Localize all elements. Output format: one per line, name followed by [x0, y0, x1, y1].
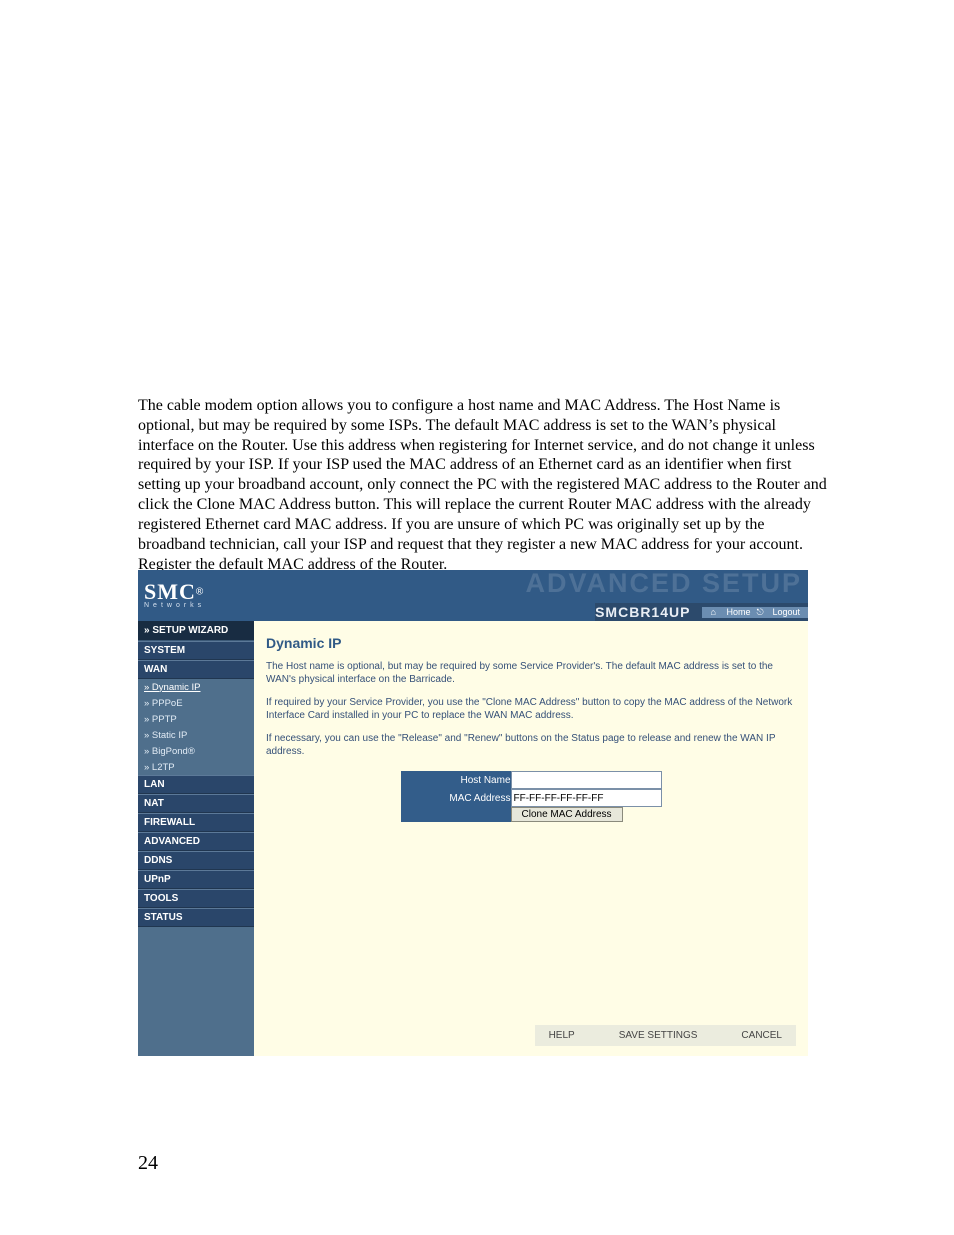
logout-link[interactable]: Logout [772, 607, 800, 617]
row-clone-mac: Clone MAC Address [401, 807, 662, 822]
sidebar-sub-pppoe[interactable]: » PPPoE [138, 695, 254, 711]
router-screenshot: SMC® Networks ADVANCED SETUP SMCBR14UP ⌂… [138, 570, 808, 1056]
label-mac-address: MAC Address [401, 789, 511, 807]
sidebar-cat-firewall[interactable]: FIREWALL [138, 813, 254, 832]
registered-icon: ® [196, 586, 203, 597]
help-button[interactable]: HELP [541, 1029, 583, 1042]
cancel-button[interactable]: CANCEL [733, 1029, 790, 1042]
router-topbar: SMC® Networks ADVANCED SETUP SMCBR14UP ⌂… [138, 570, 808, 621]
row-host-name: Host Name [401, 771, 662, 789]
page-number: 24 [138, 1152, 158, 1175]
host-name-input[interactable] [511, 771, 662, 789]
save-settings-button[interactable]: SAVE SETTINGS [611, 1029, 706, 1042]
sidebar-sub-l2tp[interactable]: » L2TP [138, 759, 254, 775]
clone-mac-address-button[interactable]: Clone MAC Address [511, 807, 623, 822]
doc-paragraph: The cable modem option allows you to con… [138, 396, 829, 574]
brand-name: SMC [144, 579, 196, 604]
sidebar-sub-static-ip[interactable]: » Static IP [138, 727, 254, 743]
main-panel: Dynamic IP The Host name is optional, bu… [254, 621, 808, 1056]
row-mac-address: MAC Address [401, 789, 662, 807]
home-logout-bar: ⌂ Home ⎋ Logout [702, 607, 808, 618]
sidebar-cat-system[interactable]: SYSTEM [138, 641, 254, 660]
page: The cable modem option allows you to con… [0, 0, 954, 1235]
sidebar-cat-ddns[interactable]: DDNS [138, 851, 254, 870]
action-bar: HELP SAVE SETTINGS CANCEL [535, 1025, 796, 1046]
sidebar-cat-lan[interactable]: LAN [138, 775, 254, 794]
intro-paragraph-1: The Host name is optional, but may be re… [266, 661, 796, 686]
intro-paragraph-2: If required by your Service Provider, yo… [266, 697, 796, 722]
home-icon: ⌂ [710, 607, 720, 617]
sidebar-cat-wan[interactable]: WAN [138, 660, 254, 679]
sidebar-cat-upnp[interactable]: UPnP [138, 870, 254, 889]
router-body: » SETUP WIZARD SYSTEM WAN » Dynamic IP »… [138, 621, 808, 1056]
model-label: SMCBR14UP [595, 604, 702, 620]
page-title: Dynamic IP [266, 635, 796, 651]
sidebar-sub-pptp[interactable]: » PPTP [138, 711, 254, 727]
sidebar-cat-tools[interactable]: TOOLS [138, 889, 254, 908]
sidebar: » SETUP WIZARD SYSTEM WAN » Dynamic IP »… [138, 621, 254, 1056]
settings-form: Host Name MAC Address [266, 771, 796, 822]
sidebar-cat-nat[interactable]: NAT [138, 794, 254, 813]
sidebar-setup-wizard[interactable]: » SETUP WIZARD [138, 621, 254, 641]
sidebar-sub-dynamic-ip[interactable]: » Dynamic IP [138, 679, 254, 695]
home-link[interactable]: Home [726, 607, 750, 617]
sidebar-cat-status[interactable]: STATUS [138, 908, 254, 927]
brand-subtext: Networks [144, 602, 260, 609]
intro-paragraph-3: If necessary, you can use the "Release" … [266, 733, 796, 758]
logout-icon: ⎋ [756, 607, 766, 618]
sidebar-sub-bigpond[interactable]: » BigPond® [138, 743, 254, 759]
model-bar: SMCBR14UP ⌂ Home ⎋ Logout [595, 603, 808, 621]
label-host-name: Host Name [401, 771, 511, 789]
sidebar-cat-advanced[interactable]: ADVANCED [138, 832, 254, 851]
banner-area: ADVANCED SETUP SMCBR14UP ⌂ Home ⎋ Logout [260, 570, 808, 621]
brand-logo: SMC® Networks [138, 570, 260, 621]
mac-address-input[interactable] [511, 789, 662, 807]
banner-ghost-title: ADVANCED SETUP [525, 570, 802, 599]
